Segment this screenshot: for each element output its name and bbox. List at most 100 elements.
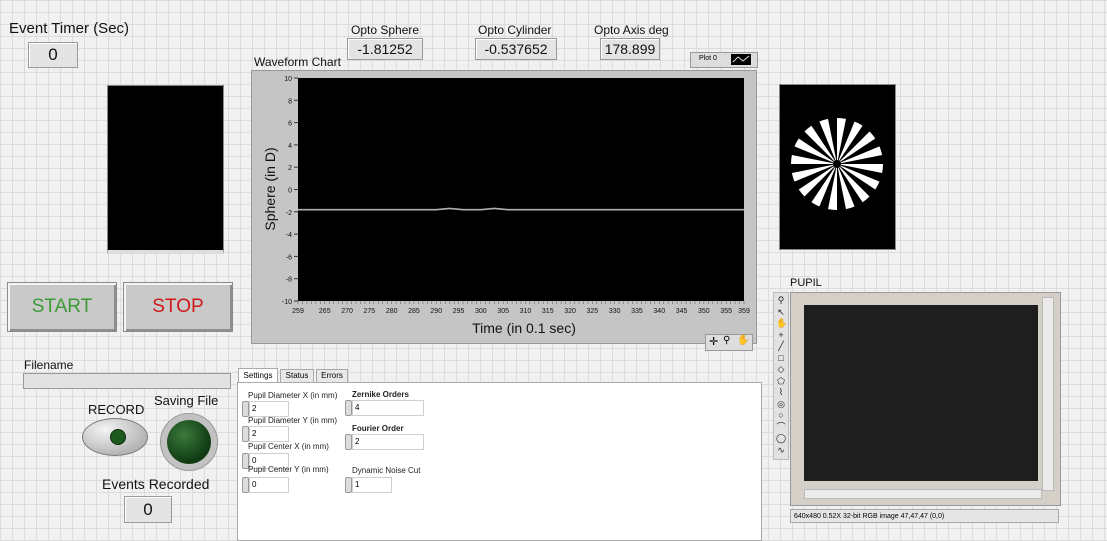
hand-icon[interactable]: ✋ [776,318,787,328]
zoom-icon[interactable]: ⚲ [776,295,786,305]
events-recorded-display: 0 [124,496,172,523]
point-icon[interactable]: + [776,330,786,340]
fourier-order-control[interactable]: 2 [345,434,425,450]
x-tick-label: 320 [564,308,576,315]
start-button[interactable]: START [7,282,117,332]
plot-line-icon [731,54,751,65]
tab-settings[interactable]: Settings [238,368,278,382]
stop-button[interactable]: STOP [123,282,233,332]
circle-icon[interactable]: ◯ [776,433,786,443]
y-tick-label: -4 [286,232,292,239]
events-recorded-label: Events Recorded [102,476,210,492]
filename-field[interactable] [23,373,231,389]
fourier-order-label: Fourier Order [352,424,404,433]
x-tick-label: 340 [653,308,665,315]
pupil-center-y-label: Pupil Center Y (in mm) [248,465,329,474]
x-tick-label: 300 [475,308,487,315]
x-tick-label: 285 [408,308,420,315]
x-tick-label: 335 [631,308,643,315]
freeline-icon[interactable]: ∿ [776,445,786,455]
x-tick-label: 345 [676,308,688,315]
tab-errors[interactable]: Errors [316,369,348,383]
opto-axis-label: Opto Axis deg [594,23,669,37]
x-tick-label: 305 [497,308,509,315]
pointer-icon[interactable]: ↖ [776,307,786,317]
rect-icon[interactable]: □ [776,353,786,363]
pupil-status-bar: 640x480 0.52X 32-bit RGB image 47,47,47 … [790,509,1059,523]
saving-file-label: Saving File [154,393,219,408]
x-tick-label: 325 [587,308,599,315]
record-label: RECORD [88,402,145,417]
graph-palette[interactable]: ✛ ⚲ ✋ [705,334,753,351]
plot-area [298,78,744,301]
waveform-chart: 10 8 6 4 2 0 -2 -4 -6 -8 -10 259 265 270 275 280 285 290… [262,76,750,336]
y-tick-label: 0 [288,188,292,195]
target-image-display [779,84,896,250]
broken-line-icon[interactable]: ⌒ [776,422,786,432]
freehand-icon[interactable]: ⌇ [776,387,786,397]
opto-cylinder-display: -0.537652 [475,38,557,60]
crosshair-icon[interactable]: ✛ [709,335,718,348]
record-led-icon [110,429,126,445]
opto-sphere-display: -1.81252 [347,38,423,60]
hand-icon[interactable]: ✋ [737,335,749,346]
tab-status[interactable]: Status [280,369,314,383]
waveform-chart-title: Waveform Chart [254,55,341,69]
rotated-rect-icon[interactable]: ◇ [776,364,786,374]
x-tick-label: 310 [520,308,532,315]
settings-panel [237,382,762,541]
y-tick-label: 8 [288,98,292,105]
pupil-image-display[interactable] [804,305,1038,481]
x-tick-label: 290 [430,308,442,315]
x-tick-label: 265 [319,308,331,315]
y-tick-label: -2 [286,210,292,217]
pupil-diameter-x-control[interactable]: 2 [242,401,292,417]
line-icon[interactable]: ╱ [776,341,786,351]
zoom-icon[interactable]: ⚲ [723,335,730,346]
waveform-legend[interactable]: Plot 0 [690,52,758,68]
x-tick-label: 295 [453,308,465,315]
y-tick-label: 6 [288,121,292,128]
zernike-orders-control[interactable]: 4 [345,400,425,416]
pupil-center-x-label: Pupil Center X (in mm) [248,442,329,451]
opto-cylinder-label: Opto Cylinder [478,23,552,37]
record-button[interactable] [82,418,148,456]
tab-bar: Settings Status Errors [238,368,538,383]
pupil-image-frame [790,292,1061,506]
opto-sphere-label: Opto Sphere [351,23,420,37]
y-axis-label: Sphere (in D) [262,147,278,230]
oval-icon[interactable]: ○ [776,410,786,420]
dynamic-noise-cut-control[interactable]: 1 [345,477,395,493]
x-axis-label: Time (in 0.1 sec) [472,320,576,336]
x-tick-label: 280 [386,308,398,315]
x-tick-label: 330 [609,308,621,315]
x-tick-label: 359 [738,308,750,315]
pupil-diameter-y-control[interactable]: 2 [242,426,292,442]
event-timer-label: Event Timer (Sec) [9,20,130,37]
horizontal-scrollbar[interactable] [804,489,1042,499]
pupil-diameter-y-label: Pupil Diameter Y (in mm) [248,416,338,425]
polygon-icon[interactable]: ⬠ [776,376,786,386]
y-tick-label: 4 [288,143,292,150]
dynamic-noise-cut-label: Dynamic Noise Cut [352,466,421,475]
image-tool-palette[interactable]: ⚲ ↖ ✋ + ╱ □ ◇ ⬠ ⌇ ◎ ○ ⌒ ◯ ∿ [773,292,789,460]
y-tick-label: -8 [286,277,292,284]
y-tick-label: -10 [282,299,292,306]
y-tick-label: -6 [286,254,292,261]
x-tick-label: 355 [720,308,732,315]
saving-file-led [160,413,218,471]
pupil-diameter-x-label: Pupil Diameter X (in mm) [248,391,338,400]
pupil-label: PUPIL [790,277,822,289]
y-tick-label: 2 [288,165,292,172]
camera-image-display [107,85,224,254]
waveform-legend-label: Plot 0 [699,55,717,62]
filename-label: Filename [24,358,74,372]
event-timer-display: 0 [28,42,78,68]
annulus-icon[interactable]: ◎ [776,399,786,409]
vertical-scrollbar[interactable] [1042,297,1054,491]
pupil-center-y-control[interactable]: 0 [242,477,292,493]
zernike-orders-label: Zernike Orders [352,390,409,399]
pinwheel-center [833,160,841,168]
x-tick-label: 275 [364,308,376,315]
x-tick-label: 259 [292,308,304,315]
